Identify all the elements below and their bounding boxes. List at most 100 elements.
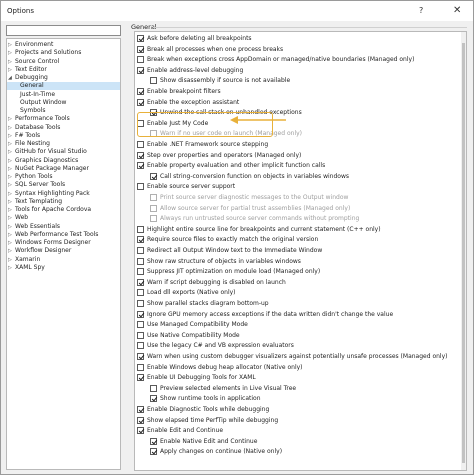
tree-item[interactable]: Output Window bbox=[7, 99, 120, 107]
collapsed-arrow-icon[interactable]: ▷ bbox=[8, 66, 12, 74]
tree-item[interactable]: ▷ Web Performance Test Tools bbox=[7, 231, 120, 239]
checkbox[interactable] bbox=[150, 448, 157, 456]
tree-item[interactable]: ▷ F# Tools bbox=[7, 132, 120, 140]
tree-item-label: Web bbox=[15, 214, 29, 222]
tree-item[interactable]: ▷ Windows Forms Designer bbox=[7, 239, 120, 247]
checkbox[interactable] bbox=[137, 35, 144, 42]
tree-item-label: Output Window bbox=[20, 98, 67, 106]
checkbox[interactable] bbox=[137, 427, 144, 435]
collapsed-arrow-icon[interactable]: ▷ bbox=[8, 157, 12, 165]
collapsed-arrow-icon[interactable]: ▷ bbox=[8, 231, 12, 239]
checkbox[interactable] bbox=[137, 151, 144, 159]
collapsed-arrow-icon[interactable]: ▷ bbox=[8, 165, 12, 173]
checkbox[interactable] bbox=[137, 225, 144, 233]
tree-item[interactable]: ▷ Graphics Diagnostics bbox=[7, 157, 120, 165]
tree-item-label: Projects and Solutions bbox=[15, 49, 82, 57]
collapsed-arrow-icon[interactable]: ▷ bbox=[8, 173, 12, 181]
options-scrollbar-thumb[interactable] bbox=[462, 43, 465, 463]
checkbox[interactable] bbox=[137, 363, 144, 371]
checkbox[interactable] bbox=[137, 342, 144, 350]
checkbox[interactable] bbox=[137, 353, 144, 360]
tree-item[interactable]: ▷ Text Templating bbox=[7, 198, 120, 206]
collapsed-arrow-icon[interactable]: ▷ bbox=[8, 214, 12, 222]
tree-item[interactable]: ▷ Web Essentials bbox=[7, 223, 120, 231]
tree-item[interactable]: ▷ NuGet Package Manager bbox=[7, 165, 120, 173]
tree-item[interactable]: Just-In-Time bbox=[7, 91, 120, 99]
search-input[interactable] bbox=[7, 26, 120, 35]
checkbox[interactable] bbox=[150, 77, 157, 85]
tree-item[interactable]: ▷ File Nesting bbox=[7, 140, 120, 148]
checkbox[interactable] bbox=[137, 268, 144, 276]
checkbox[interactable] bbox=[137, 406, 144, 413]
checkbox[interactable] bbox=[137, 183, 144, 191]
tree-item[interactable]: Symbols bbox=[7, 107, 120, 115]
checkbox[interactable] bbox=[137, 278, 144, 286]
checkbox[interactable] bbox=[137, 141, 144, 148]
collapsed-arrow-icon[interactable]: ▷ bbox=[8, 140, 12, 148]
collapsed-arrow-icon[interactable]: ▷ bbox=[8, 132, 12, 140]
search-box[interactable] bbox=[6, 25, 121, 36]
expanded-arrow-icon[interactable]: ◢ bbox=[8, 74, 12, 82]
tree-item[interactable]: ▷ XAML Spy bbox=[7, 264, 120, 272]
checkbox[interactable] bbox=[137, 300, 144, 307]
checkbox[interactable] bbox=[137, 88, 144, 95]
tree-item[interactable]: ▷ Source Control bbox=[7, 58, 120, 66]
option-label: Enable property evaluation and other imp… bbox=[147, 162, 326, 170]
tree-item[interactable]: ▷ Tools for Apache Cordova bbox=[7, 206, 120, 214]
checkbox[interactable] bbox=[137, 247, 144, 254]
tree-item[interactable]: ▷ Workflow Designer bbox=[7, 247, 120, 255]
collapsed-arrow-icon[interactable]: ▷ bbox=[8, 190, 12, 198]
checkbox[interactable] bbox=[137, 162, 144, 170]
option-label: Enable the exception assistant bbox=[147, 98, 240, 106]
tree-item[interactable]: ▷ SQL Server Tools bbox=[7, 181, 120, 189]
close-button[interactable]: ✕ bbox=[453, 5, 461, 16]
checkbox[interactable] bbox=[137, 321, 144, 329]
tree-item[interactable]: ▷ Database Tools bbox=[7, 124, 120, 132]
collapsed-arrow-icon[interactable]: ▷ bbox=[8, 181, 12, 189]
tree-item[interactable]: ▷ Performance Tools bbox=[7, 115, 120, 123]
options-tree[interactable]: ▷ Environment ▷ Projects and Solutions ▷ Sour… bbox=[6, 38, 121, 470]
tree-item[interactable]: ▷ Syntax Highlighting Pack bbox=[7, 190, 120, 198]
collapsed-arrow-icon[interactable]: ▷ bbox=[8, 264, 12, 272]
checkbox[interactable] bbox=[137, 374, 144, 382]
checkbox[interactable] bbox=[137, 310, 144, 318]
collapsed-arrow-icon[interactable]: ▷ bbox=[8, 41, 12, 49]
checkbox[interactable] bbox=[150, 395, 157, 403]
checkbox[interactable] bbox=[150, 437, 157, 445]
checkbox[interactable] bbox=[150, 172, 157, 180]
checkbox[interactable] bbox=[150, 384, 157, 392]
help-button[interactable]: ? bbox=[419, 6, 423, 15]
collapsed-arrow-icon[interactable]: ▷ bbox=[8, 239, 12, 247]
options-list[interactable]: Ask before deleting all breakpoints Break… bbox=[134, 31, 467, 471]
checkbox[interactable] bbox=[137, 257, 144, 265]
checkbox[interactable] bbox=[137, 66, 144, 74]
tree-item[interactable]: ▷ GitHub for Visual Studio bbox=[7, 148, 120, 156]
collapsed-arrow-icon[interactable]: ▷ bbox=[8, 247, 12, 255]
collapsed-arrow-icon[interactable]: ▷ bbox=[8, 206, 12, 214]
collapsed-arrow-icon[interactable]: ▷ bbox=[8, 58, 12, 66]
checkbox[interactable] bbox=[137, 98, 144, 106]
checkbox[interactable] bbox=[137, 56, 144, 64]
tree-item[interactable]: ▷ Xamarin bbox=[7, 256, 120, 264]
collapsed-arrow-icon[interactable]: ▷ bbox=[8, 198, 12, 206]
tree-item[interactable]: ◢ Debugging bbox=[7, 74, 120, 82]
checkbox[interactable] bbox=[137, 289, 144, 297]
collapsed-arrow-icon[interactable]: ▷ bbox=[8, 256, 12, 264]
checkbox[interactable] bbox=[137, 236, 144, 244]
checkbox[interactable] bbox=[137, 416, 144, 424]
tree-item[interactable]: ▷ Environment bbox=[7, 41, 120, 49]
tree-item[interactable]: General bbox=[7, 82, 120, 91]
collapsed-arrow-icon[interactable]: ▷ bbox=[8, 223, 12, 231]
checkbox[interactable] bbox=[137, 331, 144, 339]
tree-item[interactable]: ▷ Python Tools bbox=[7, 173, 120, 181]
collapsed-arrow-icon[interactable]: ▷ bbox=[8, 49, 12, 57]
checkbox[interactable] bbox=[137, 45, 144, 53]
tree-item[interactable]: ▷ Web bbox=[7, 214, 120, 222]
collapsed-arrow-icon[interactable]: ▷ bbox=[8, 148, 12, 156]
tree-item[interactable]: ▷ Text Editor bbox=[7, 66, 120, 74]
collapsed-arrow-icon[interactable]: ▷ bbox=[8, 124, 12, 132]
tree-item[interactable]: ▷ Projects and Solutions bbox=[7, 49, 120, 57]
collapsed-arrow-icon[interactable]: ▷ bbox=[8, 115, 12, 123]
option-label: Allow source server for partial trust as… bbox=[160, 204, 351, 212]
option-label: Warn if script debugging is disabled on … bbox=[147, 278, 286, 286]
